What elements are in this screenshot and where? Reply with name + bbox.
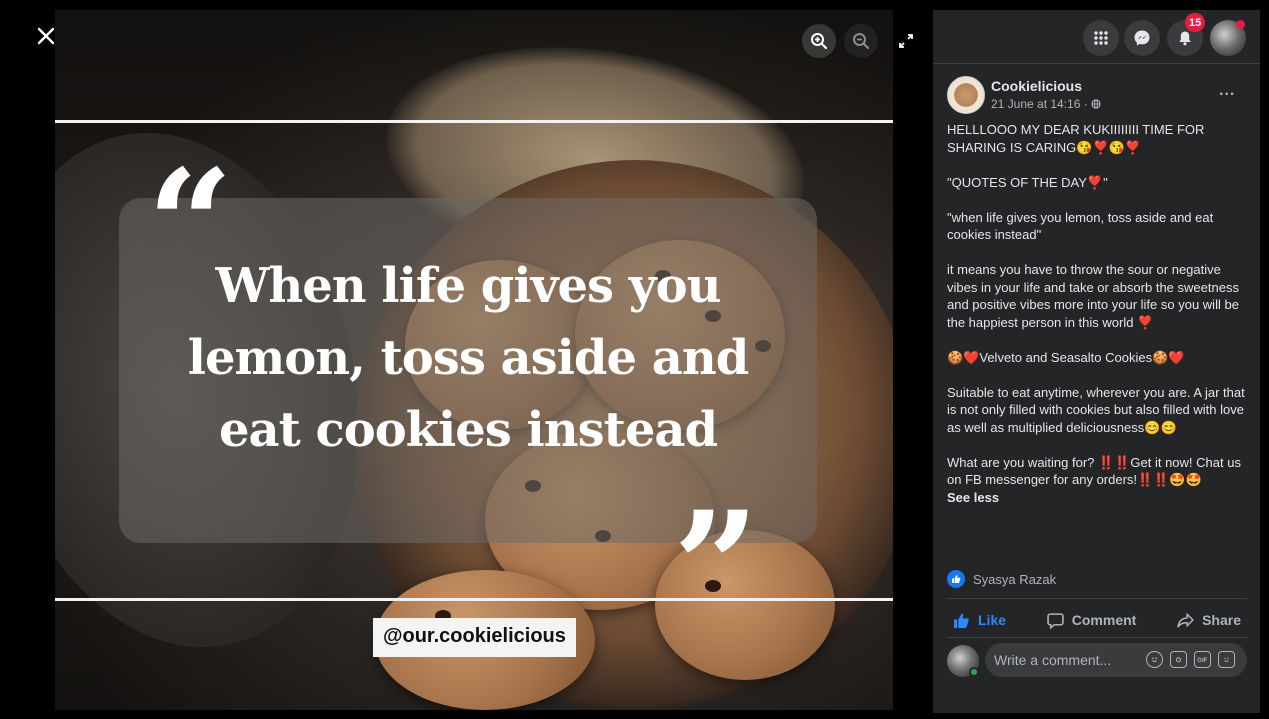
instagram-handle: @our.cookielicious — [373, 618, 576, 657]
quote-line-2: lemon, toss aside and — [187, 330, 750, 386]
online-status-dot — [969, 667, 979, 677]
reactor-name: Syasya Razak — [973, 571, 1057, 587]
page-avatar[interactable] — [947, 76, 985, 114]
menu-grid-icon[interactable] — [1083, 20, 1119, 56]
post-photo[interactable]: “ When life gives you lemon, toss aside … — [55, 10, 893, 710]
post-actions: Like Comment Share — [947, 606, 1247, 634]
camera-icon[interactable] — [1170, 651, 1187, 668]
comment-label: Comment — [1071, 612, 1137, 628]
comment-composer: GIF — [947, 643, 1247, 679]
post-text: HELLLOOO MY DEAR KUKIIIIIIII TIME FOR SH… — [947, 121, 1247, 506]
quote-line-3: eat cookies instead — [218, 402, 718, 458]
more-options-button[interactable]: ... — [1219, 82, 1235, 100]
share-icon — [1177, 612, 1194, 628]
thumbs-up-icon — [954, 613, 969, 628]
like-label: Like — [978, 612, 1007, 628]
post-paragraph: it means you have to throw the sour or n… — [947, 262, 1239, 330]
photo-bottom-rule — [55, 598, 893, 601]
zoom-out-icon[interactable] — [844, 24, 878, 58]
photo-top-rule — [55, 120, 893, 123]
actions-divider — [947, 637, 1247, 638]
photo-viewer: f “ When life gives you lemon, toss asid… — [0, 0, 925, 719]
like-button[interactable]: Like — [947, 612, 1012, 629]
post-paragraph: HELLLOOO MY DEAR KUKIIIIIIII TIME FOR SH… — [947, 122, 1205, 155]
post-paragraph: What are you waiting for? ‼️‼️Get it now… — [947, 454, 1241, 488]
messenger-icon[interactable] — [1124, 20, 1160, 56]
reactions-divider — [947, 598, 1247, 599]
comment-icon — [1047, 612, 1064, 629]
topbar-divider — [933, 63, 1260, 64]
see-less-link[interactable]: See less — [947, 489, 1247, 507]
post-timestamp[interactable]: 21 June at 14:16 · — [991, 97, 1101, 111]
zoom-in-icon[interactable] — [802, 24, 836, 58]
sticker-icon[interactable] — [1218, 651, 1235, 668]
post-paragraph: 🍪❤️Velveto and Seasalto Cookies🍪❤️ — [947, 349, 1185, 365]
comment-tools: GIF — [1146, 651, 1235, 668]
gif-icon[interactable]: GIF — [1194, 651, 1211, 668]
quote-text: When life gives you lemon, toss aside an… — [135, 250, 801, 466]
post-paragraph: "when life gives you lemon, toss aside a… — [947, 209, 1214, 243]
globe-icon — [1091, 99, 1101, 109]
close-quote-mark: ” — [673, 479, 760, 655]
top-bar: 15 — [933, 10, 1260, 63]
post-paragraph: "QUOTES OF THE DAY❣️" — [947, 174, 1108, 190]
quote-line-1: When life gives you — [215, 258, 721, 314]
comment-button[interactable]: Comment — [1041, 612, 1143, 629]
account-alert-dot — [1236, 20, 1245, 29]
share-label: Share — [1202, 612, 1241, 628]
emoji-icon[interactable] — [1146, 651, 1163, 668]
like-reaction-icon — [947, 570, 965, 588]
page-name-link[interactable]: Cookielicious — [991, 78, 1082, 94]
notification-badge[interactable]: 15 — [1185, 13, 1206, 32]
reactions-summary[interactable]: Syasya Razak — [947, 570, 1056, 588]
post-side-panel: 15 Cookielicious 21 June at 14:16 · ... … — [933, 10, 1260, 713]
post-time-text: 21 June at 14:16 · — [991, 97, 1092, 111]
post-paragraph: Suitable to eat anytime, wherever you ar… — [947, 384, 1245, 435]
fullscreen-icon[interactable] — [893, 28, 919, 54]
svg-text:GIF: GIF — [1197, 658, 1207, 663]
share-button[interactable]: Share — [1171, 612, 1247, 629]
